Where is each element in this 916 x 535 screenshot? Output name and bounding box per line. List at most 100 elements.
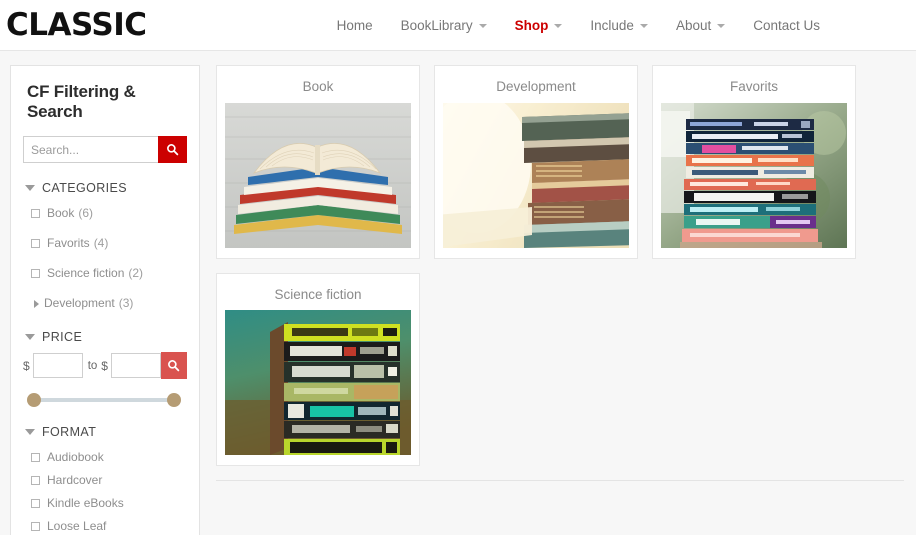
- format-item-audiobook[interactable]: Audiobook: [31, 447, 187, 468]
- category-item-science-fiction[interactable]: Science fiction (2): [31, 263, 187, 284]
- category-label: Development: [44, 296, 115, 310]
- search-input[interactable]: [23, 136, 159, 163]
- nav-item-shop[interactable]: Shop: [501, 0, 577, 51]
- currency-symbol-min: $: [23, 358, 30, 373]
- filter-group-price: PRICE $ to $: [23, 330, 187, 407]
- slider-track: [33, 398, 175, 402]
- product-row-1: Book Development Favorits: [216, 65, 904, 259]
- colorful-spines-image: [661, 102, 847, 248]
- chevron-down-icon: [554, 24, 563, 28]
- format-label-item: Hardcover: [47, 473, 103, 487]
- product-thumbnail-open-books[interactable]: [225, 102, 411, 248]
- price-header[interactable]: PRICE: [25, 330, 187, 344]
- filter-group-format: FORMAT Audiobook Hardcover Kindle eBooks: [23, 425, 187, 535]
- categories-header[interactable]: CATEGORIES: [25, 181, 187, 195]
- caret-down-icon: [25, 185, 35, 191]
- product-card-science-fiction[interactable]: Science fiction: [216, 272, 420, 466]
- nav-item-booklibrary[interactable]: BookLibrary: [387, 0, 501, 51]
- chevron-right-icon[interactable]: [34, 299, 39, 308]
- product-thumbnail-old-books[interactable]: [443, 102, 629, 248]
- format-item-loose-leaf[interactable]: Loose Leaf: [31, 516, 187, 535]
- main-navigation: Home BookLibrary Shop Include About Cont…: [323, 0, 900, 51]
- nav-item-home[interactable]: Home: [323, 0, 387, 51]
- format-item-kindle-ebooks[interactable]: Kindle eBooks: [31, 493, 187, 514]
- chevron-down-icon: [478, 24, 487, 28]
- nav-label: About: [675, 17, 712, 33]
- nav-label: BookLibrary: [400, 17, 473, 33]
- category-item-development[interactable]: Development (3): [31, 293, 187, 314]
- checkbox-icon[interactable]: [31, 239, 40, 248]
- price-min-input[interactable]: [32, 353, 83, 378]
- product-title: Science fiction: [274, 286, 362, 302]
- currency-symbol-max: $: [101, 358, 108, 373]
- checkbox-icon[interactable]: [31, 209, 40, 218]
- price-filter-button[interactable]: [160, 352, 187, 379]
- scifi-spines-image: [225, 310, 411, 455]
- checkbox-icon[interactable]: [31, 476, 40, 485]
- nav-label: Shop: [514, 17, 549, 33]
- product-card-book[interactable]: Book: [216, 65, 420, 259]
- format-label-item: Audiobook: [47, 450, 104, 464]
- product-thumbnail-scifi-books[interactable]: [225, 310, 411, 455]
- categories-label: CATEGORIES: [42, 181, 128, 195]
- category-label: Science fiction: [47, 266, 125, 280]
- product-thumbnail-favorite-books[interactable]: [661, 102, 847, 248]
- checkbox-icon[interactable]: [31, 453, 40, 462]
- category-item-favorits[interactable]: Favorits (4): [31, 233, 187, 254]
- chevron-down-icon: [717, 24, 726, 28]
- product-row-2: Science fiction: [216, 272, 904, 466]
- price-label: PRICE: [42, 330, 83, 344]
- nav-label: Include: [590, 17, 634, 33]
- caret-down-icon: [25, 429, 35, 435]
- product-title: Book: [302, 79, 334, 94]
- format-label-item: Kindle eBooks: [47, 496, 124, 510]
- category-item-book[interactable]: Book (6): [31, 203, 187, 224]
- nav-item-about[interactable]: About: [662, 0, 739, 51]
- nav-label: Contact Us: [753, 17, 820, 33]
- format-list: Audiobook Hardcover Kindle eBooks Loose …: [23, 447, 187, 535]
- open-books-image: [225, 102, 411, 248]
- search-submit-button[interactable]: [158, 136, 187, 163]
- category-count: (6): [78, 206, 94, 220]
- stack-old-books-image: [443, 102, 629, 248]
- results-footer: [216, 481, 904, 495]
- product-card-development[interactable]: Development: [434, 65, 638, 259]
- checkbox-icon[interactable]: [31, 269, 40, 278]
- price-range-slider[interactable]: [27, 393, 181, 407]
- product-card-favorits[interactable]: Favorits: [652, 65, 856, 259]
- filter-sidebar: CF Filtering & Search CATEGORIES Book (: [10, 65, 200, 535]
- slider-handle-min[interactable]: [27, 393, 41, 407]
- site-logo[interactable]: CLASSIC: [6, 9, 147, 41]
- category-count: (3): [118, 296, 134, 310]
- category-count: (2): [128, 266, 144, 280]
- category-label: Favorits: [47, 236, 90, 250]
- categories-list: Book (6) Favorits (4) Science fiction (2…: [23, 203, 187, 314]
- product-title: Development: [496, 79, 576, 94]
- product-title: Favorits: [729, 79, 778, 94]
- nav-label: Home: [336, 17, 373, 33]
- page-body: CF Filtering & Search CATEGORIES Book (: [0, 51, 916, 535]
- checkbox-icon[interactable]: [31, 499, 40, 508]
- price-separator-label: to: [87, 359, 98, 372]
- sidebar-title: CF Filtering & Search: [27, 82, 136, 121]
- search-icon: [167, 144, 179, 156]
- sidebar-search: [23, 136, 187, 163]
- filter-group-categories: CATEGORIES Book (6) Favorits (4) Science…: [23, 181, 187, 314]
- checkbox-icon[interactable]: [31, 522, 40, 531]
- slider-handle-max[interactable]: [167, 393, 181, 407]
- format-label: FORMAT: [42, 425, 97, 439]
- category-label: Book: [47, 206, 75, 220]
- caret-down-icon: [25, 334, 35, 340]
- price-max-input[interactable]: [110, 353, 161, 378]
- format-item-hardcover[interactable]: Hardcover: [31, 470, 187, 491]
- category-count: (4): [93, 236, 109, 250]
- nav-item-contact-us[interactable]: Contact Us: [739, 0, 834, 51]
- price-range-inputs: $ to $: [23, 352, 187, 379]
- chevron-down-icon: [639, 24, 648, 28]
- format-label-item: Loose Leaf: [47, 519, 107, 533]
- nav-item-include[interactable]: Include: [576, 0, 662, 51]
- site-header: CLASSIC Home BookLibrary Shop Include Ab…: [0, 0, 916, 51]
- product-grid: Book Development Favorits Science fictio…: [216, 65, 904, 495]
- format-header[interactable]: FORMAT: [25, 425, 187, 439]
- search-icon: [168, 360, 180, 372]
